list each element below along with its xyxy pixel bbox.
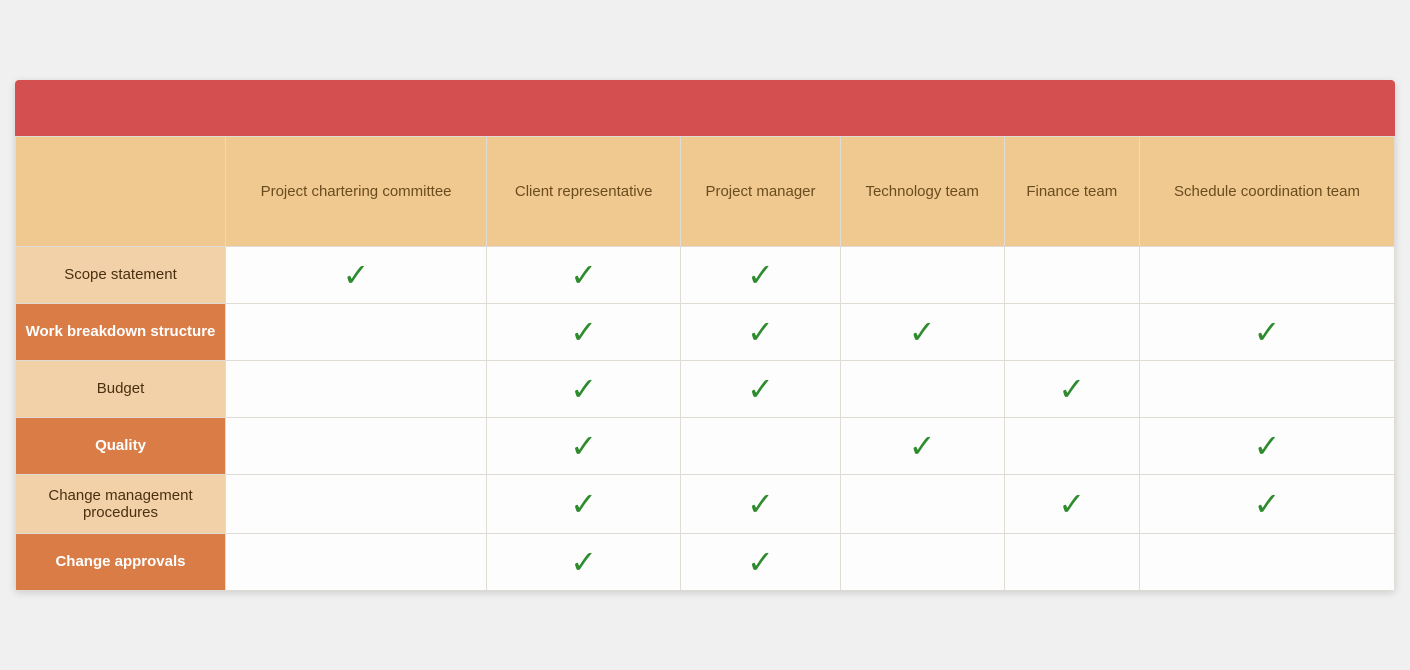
matrix-title xyxy=(15,80,1395,136)
row-label: Change approvals xyxy=(16,533,226,590)
row-label: Change management procedures xyxy=(16,474,226,533)
header-empty-col xyxy=(16,136,226,246)
matrix-cell: ✓ xyxy=(681,474,841,533)
matrix-body: Scope statement✓✓✓Work breakdown structu… xyxy=(16,246,1395,590)
header-col-project-manager: Project manager xyxy=(681,136,841,246)
row-label: Scope statement xyxy=(16,246,226,303)
checkmark-icon: ✓ xyxy=(1254,314,1281,350)
row-label: Budget xyxy=(16,360,226,417)
matrix-cell xyxy=(1140,360,1395,417)
table-row: Change management procedures ✓ ✓ ✓ ✓ xyxy=(16,474,1395,533)
checkmark-icon: ✓ xyxy=(747,314,774,350)
header-col-schedule-coord: Schedule coordination team xyxy=(1140,136,1395,246)
table-row: Budget ✓ ✓ ✓ xyxy=(16,360,1395,417)
matrix-cell xyxy=(840,246,1004,303)
matrix-cell xyxy=(226,533,487,590)
matrix-cell xyxy=(681,417,841,474)
checkmark-icon: ✓ xyxy=(747,371,774,407)
matrix-cell: ✓ xyxy=(681,533,841,590)
responsibility-matrix: Project chartering committee Client repr… xyxy=(15,80,1395,591)
matrix-cell xyxy=(1004,417,1139,474)
row-label: Work breakdown structure xyxy=(16,303,226,360)
matrix-cell: ✓ xyxy=(1140,303,1395,360)
matrix-cell: ✓ xyxy=(487,246,681,303)
row-label: Quality xyxy=(16,417,226,474)
matrix-cell: ✓ xyxy=(681,360,841,417)
checkmark-icon: ✓ xyxy=(570,486,597,522)
checkmark-icon: ✓ xyxy=(570,371,597,407)
matrix-cell xyxy=(226,303,487,360)
header-col-finance-team: Finance team xyxy=(1004,136,1139,246)
matrix-cell xyxy=(1140,246,1395,303)
checkmark-icon: ✓ xyxy=(570,314,597,350)
checkmark-icon: ✓ xyxy=(909,428,936,464)
matrix-cell: ✓ xyxy=(487,360,681,417)
matrix-cell xyxy=(1004,533,1139,590)
checkmark-icon: ✓ xyxy=(747,544,774,580)
matrix-cell xyxy=(226,360,487,417)
checkmark-icon: ✓ xyxy=(1058,371,1085,407)
checkmark-icon: ✓ xyxy=(570,257,597,293)
matrix-cell xyxy=(226,417,487,474)
checkmark-icon: ✓ xyxy=(1254,428,1281,464)
matrix-cell xyxy=(840,360,1004,417)
matrix-cell: ✓ xyxy=(487,474,681,533)
matrix-cell xyxy=(1140,533,1395,590)
checkmark-icon: ✓ xyxy=(570,544,597,580)
matrix-cell: ✓ xyxy=(487,533,681,590)
matrix-cell: ✓ xyxy=(226,246,487,303)
matrix-cell: ✓ xyxy=(681,246,841,303)
matrix-cell: ✓ xyxy=(840,417,1004,474)
matrix-cell: ✓ xyxy=(1004,360,1139,417)
matrix-cell xyxy=(840,533,1004,590)
matrix-cell: ✓ xyxy=(1140,417,1395,474)
matrix-cell: ✓ xyxy=(681,303,841,360)
matrix-cell xyxy=(1004,246,1139,303)
matrix-cell xyxy=(1004,303,1139,360)
header-row: Project chartering committee Client repr… xyxy=(16,136,1395,246)
matrix-cell: ✓ xyxy=(1140,474,1395,533)
checkmark-icon: ✓ xyxy=(1058,486,1085,522)
table-row: Quality ✓ ✓ ✓ xyxy=(16,417,1395,474)
header-col-project-chartering: Project chartering committee xyxy=(226,136,487,246)
checkmark-icon: ✓ xyxy=(747,486,774,522)
matrix-cell: ✓ xyxy=(487,417,681,474)
checkmark-icon: ✓ xyxy=(343,257,370,293)
checkmark-icon: ✓ xyxy=(909,314,936,350)
checkmark-icon: ✓ xyxy=(747,257,774,293)
header-col-technology-team: Technology team xyxy=(840,136,1004,246)
matrix-table: Project chartering committee Client repr… xyxy=(15,136,1395,591)
matrix-cell xyxy=(226,474,487,533)
table-row: Change approvals ✓ ✓ xyxy=(16,533,1395,590)
checkmark-icon: ✓ xyxy=(570,428,597,464)
matrix-cell: ✓ xyxy=(487,303,681,360)
matrix-cell xyxy=(840,474,1004,533)
table-row: Scope statement ✓ ✓ ✓ xyxy=(16,246,1395,303)
table-row: Work breakdown structure ✓ ✓ ✓ ✓ xyxy=(16,303,1395,360)
matrix-cell: ✓ xyxy=(840,303,1004,360)
header-col-client-rep: Client representative xyxy=(487,136,681,246)
matrix-cell: ✓ xyxy=(1004,474,1139,533)
checkmark-icon: ✓ xyxy=(1254,486,1281,522)
